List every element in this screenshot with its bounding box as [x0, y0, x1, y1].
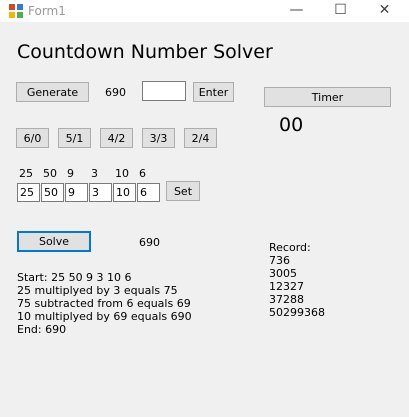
- enter-button[interactable]: Enter: [193, 82, 234, 102]
- solution-steps: Start: 25 50 9 3 10 6 25 multiplyed by 3…: [17, 271, 192, 336]
- step-line: 75 subtracted from 6 equals 69: [17, 297, 191, 310]
- close-button[interactable]: ✕: [362, 0, 407, 22]
- step-line: End: 690: [17, 323, 67, 336]
- solve-button[interactable]: Solve: [17, 231, 91, 252]
- number-input-5[interactable]: [113, 183, 136, 202]
- number-label: 50: [43, 167, 57, 180]
- timer-value: 00: [279, 114, 304, 136]
- record-value: 50299368: [269, 306, 325, 319]
- step-line: 25 multiplyed by 3 equals 75: [17, 284, 178, 297]
- split-4-2-button[interactable]: 4/2: [100, 128, 133, 148]
- number-input-4[interactable]: [89, 183, 112, 202]
- number-input-3[interactable]: [65, 183, 88, 202]
- record-value: 37288: [269, 293, 304, 306]
- number-label: 6: [139, 167, 146, 180]
- target-input[interactable]: [142, 81, 186, 101]
- maximize-button[interactable]: ☐: [318, 0, 363, 22]
- number-label: 9: [67, 167, 74, 180]
- minimize-button[interactable]: —: [274, 0, 319, 22]
- generate-button[interactable]: Generate: [16, 82, 89, 102]
- split-6-0-button[interactable]: 6/0: [16, 128, 49, 148]
- step-line: Start: 25 50 9 3 10 6: [17, 271, 132, 284]
- app-icon: [9, 4, 23, 18]
- solve-result-label: 690: [139, 236, 160, 249]
- split-5-1-button[interactable]: 5/1: [58, 128, 91, 148]
- number-input-2[interactable]: [41, 183, 64, 202]
- title-bar: Form1 — ☐ ✕: [0, 0, 409, 22]
- app-heading: Countdown Number Solver: [17, 41, 273, 63]
- record-value: 736: [269, 254, 290, 267]
- set-button[interactable]: Set: [166, 181, 200, 201]
- timer-button[interactable]: Timer: [264, 87, 391, 107]
- number-label: 25: [19, 167, 33, 180]
- record-panel: Record: 736 3005 12327 37288 50299368: [269, 241, 325, 319]
- number-label: 10: [115, 167, 129, 180]
- split-3-3-button[interactable]: 3/3: [142, 128, 175, 148]
- number-input-1[interactable]: [17, 183, 40, 202]
- record-title: Record:: [269, 241, 311, 254]
- window-title: Form1: [28, 4, 66, 18]
- generated-target-label: 690: [105, 86, 126, 99]
- number-label: 3: [91, 167, 98, 180]
- record-value: 12327: [269, 280, 304, 293]
- split-2-4-button[interactable]: 2/4: [184, 128, 217, 148]
- number-input-6[interactable]: [137, 183, 160, 202]
- step-line: 10 multiplyed by 69 equals 690: [17, 310, 192, 323]
- record-value: 3005: [269, 267, 297, 280]
